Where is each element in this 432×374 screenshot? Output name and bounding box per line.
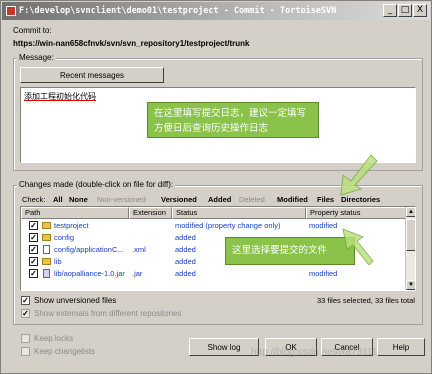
row-extension: .jar bbox=[132, 269, 143, 278]
message-group-label: Message: bbox=[17, 53, 56, 62]
show-unversioned-checkbox[interactable]: ✓ bbox=[21, 296, 30, 305]
file-select-hint-callout: 这里选择要提交的文件 bbox=[225, 237, 355, 265]
row-path: lib/aopalliance-1.0.jar bbox=[54, 269, 125, 278]
commit-dialog: F:\develop\svnclient\demo01\testproject … bbox=[0, 0, 432, 374]
selection-summary: 33 files selected, 33 files total bbox=[317, 296, 415, 305]
keep-locks-label: Keep locks bbox=[34, 334, 74, 343]
row-path: config/applicationC... bbox=[54, 245, 124, 254]
filter-all[interactable]: All bbox=[53, 195, 63, 204]
message-text: 添加工程初始化代码 bbox=[24, 92, 96, 101]
maximize-button[interactable]: □ bbox=[398, 4, 412, 17]
commit-to-label: Commit to: bbox=[13, 26, 52, 35]
keep-changelists-checkbox[interactable] bbox=[21, 347, 30, 356]
row-status: modified (property change only) bbox=[175, 221, 281, 230]
tortoisesvn-icon bbox=[6, 6, 16, 16]
recent-messages-button[interactable]: Recent messages bbox=[20, 67, 164, 83]
message-hint-callout: 在这里填写提交日志，建议一定填写方便日后查询历史操作日志 bbox=[147, 102, 319, 138]
show-unversioned-label: Show unversioned files bbox=[34, 296, 117, 305]
row-checkbox[interactable]: ✓ bbox=[29, 233, 38, 242]
keep-locks-checkbox[interactable] bbox=[21, 334, 30, 343]
row-checkbox[interactable]: ✓ bbox=[29, 269, 38, 278]
arrow-icon bbox=[340, 154, 378, 196]
filter-non-versioned[interactable]: Non-versioned bbox=[97, 195, 146, 204]
row-status: added bbox=[175, 269, 196, 278]
window-title: F:\develop\svnclient\demo01\testproject … bbox=[19, 6, 337, 16]
column-header-property-status[interactable]: Property status bbox=[306, 207, 407, 219]
help-button[interactable]: Help bbox=[377, 338, 425, 356]
row-path: config bbox=[54, 233, 75, 242]
list-scrollbar[interactable]: ▲ ▼ bbox=[405, 207, 415, 290]
arrow-icon bbox=[342, 228, 374, 265]
column-header-extension[interactable]: Extension bbox=[129, 207, 172, 219]
filter-files[interactable]: Files bbox=[317, 195, 334, 204]
show-externals-label: Show externals from different repositori… bbox=[34, 309, 182, 318]
title-bar[interactable]: F:\develop\svnclient\demo01\testproject … bbox=[2, 2, 430, 20]
commit-url: https://win-nan658cfnvk/svn/svn_reposito… bbox=[13, 39, 250, 48]
table-row[interactable]: ✓ lib/aopalliance-1.0.jar .jar added mod… bbox=[21, 268, 407, 280]
column-header-status[interactable]: Status bbox=[172, 207, 306, 219]
watermark: http://blog.csdn.net/lx873111 bbox=[251, 347, 378, 358]
jar-icon bbox=[43, 269, 50, 278]
changes-group-label: Changes made (double-click on file for d… bbox=[17, 180, 176, 189]
row-path: testproject bbox=[54, 221, 89, 230]
filter-versioned[interactable]: Versioned bbox=[161, 195, 197, 204]
filter-deleted[interactable]: Deleted bbox=[239, 195, 265, 204]
minimize-button[interactable]: _ bbox=[383, 4, 397, 17]
show-externals-checkbox: ✓ bbox=[21, 309, 30, 318]
keep-changelists-label: Keep changelists bbox=[34, 347, 95, 356]
row-checkbox[interactable]: ✓ bbox=[29, 257, 38, 266]
column-header-path[interactable]: Path bbox=[21, 207, 129, 219]
show-log-button[interactable]: Show log bbox=[189, 338, 259, 356]
scroll-down-icon[interactable]: ▼ bbox=[406, 280, 415, 290]
folder-icon bbox=[42, 258, 51, 265]
scroll-up-icon[interactable]: ▲ bbox=[406, 207, 415, 217]
check-label: Check: bbox=[22, 195, 46, 204]
row-checkbox[interactable]: ✓ bbox=[29, 221, 38, 230]
scroll-thumb[interactable] bbox=[406, 219, 415, 251]
close-button[interactable]: X bbox=[413, 4, 427, 17]
row-property-status: modified bbox=[309, 269, 338, 278]
row-extension: .xml bbox=[132, 245, 146, 254]
row-checkbox[interactable]: ✓ bbox=[29, 245, 38, 254]
filter-none[interactable]: None bbox=[69, 195, 88, 204]
filter-modified[interactable]: Modified bbox=[277, 195, 308, 204]
folder-icon bbox=[42, 222, 51, 229]
filter-added[interactable]: Added bbox=[208, 195, 231, 204]
file-icon bbox=[43, 245, 50, 254]
row-path: lib bbox=[54, 257, 62, 266]
folder-icon bbox=[42, 234, 51, 241]
